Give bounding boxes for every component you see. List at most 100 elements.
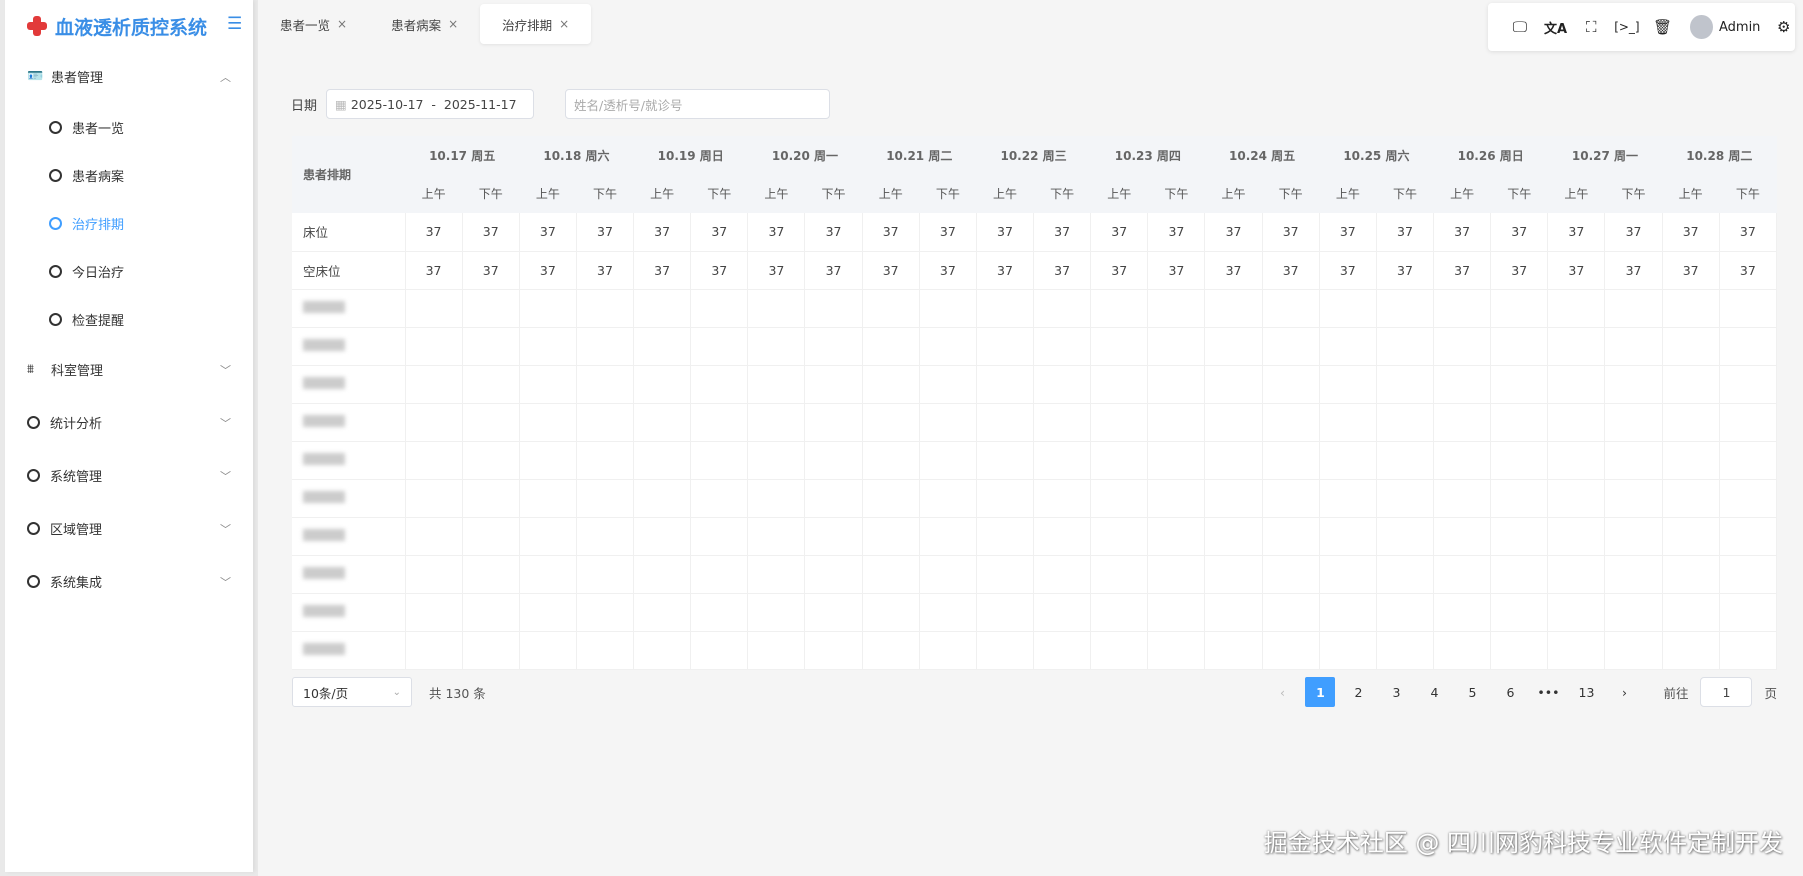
schedule-cell[interactable]	[1147, 479, 1206, 518]
next-page-icon[interactable]: ›	[1609, 677, 1639, 707]
schedule-cell[interactable]	[690, 631, 749, 670]
schedule-cell[interactable]	[1662, 631, 1720, 670]
schedule-cell[interactable]	[576, 403, 635, 442]
monitor-icon[interactable]: 🖵	[1502, 18, 1538, 36]
schedule-cell[interactable]	[462, 479, 520, 518]
schedule-cell[interactable]	[1262, 555, 1320, 594]
schedule-cell[interactable]	[462, 517, 520, 556]
schedule-cell[interactable]	[1433, 631, 1492, 670]
schedule-cell[interactable]	[690, 479, 749, 518]
schedule-cell[interactable]	[976, 327, 1035, 366]
schedule-cell[interactable]	[462, 631, 520, 670]
goto-page-input[interactable]: 1	[1700, 677, 1753, 707]
schedule-cell[interactable]	[1147, 631, 1206, 670]
schedule-cell[interactable]: 37	[1147, 251, 1206, 290]
schedule-cell[interactable]	[633, 631, 692, 670]
schedule-cell[interactable]	[1319, 555, 1377, 594]
schedule-cell[interactable]	[1204, 631, 1263, 670]
schedule-cell[interactable]	[1033, 517, 1092, 556]
schedule-cell[interactable]	[1719, 517, 1778, 556]
schedule-cell[interactable]: 37	[690, 213, 749, 252]
schedule-cell[interactable]: 37	[1090, 213, 1149, 252]
schedule-cell[interactable]	[1204, 555, 1263, 594]
schedule-cell[interactable]	[462, 365, 520, 404]
schedule-cell[interactable]: 37	[1376, 213, 1435, 252]
schedule-cell[interactable]: 37	[690, 251, 749, 290]
schedule-cell[interactable]	[1433, 441, 1492, 480]
schedule-cell[interactable]: 37	[1262, 251, 1320, 290]
schedule-cell[interactable]	[862, 289, 920, 328]
schedule-cell[interactable]: 37	[862, 213, 920, 252]
search-input[interactable]: 姓名/透析号/就诊号	[565, 89, 831, 119]
schedule-cell[interactable]	[1433, 593, 1492, 632]
schedule-cell[interactable]	[1147, 365, 1206, 404]
schedule-cell[interactable]	[1433, 365, 1492, 404]
terminal-icon[interactable]: [>_]	[1609, 20, 1645, 34]
schedule-cell[interactable]	[747, 555, 806, 594]
schedule-cell[interactable]	[1090, 403, 1149, 442]
schedule-cell[interactable]: 37	[919, 251, 977, 290]
page-5[interactable]: 5	[1457, 677, 1487, 707]
schedule-cell[interactable]	[690, 517, 749, 556]
schedule-cell[interactable]	[690, 441, 749, 480]
collapse-menu-icon[interactable]: ☰	[227, 14, 242, 34]
schedule-cell[interactable]	[1490, 289, 1549, 328]
schedule-cell[interactable]	[1262, 631, 1320, 670]
schedule-cell[interactable]	[1719, 631, 1778, 670]
schedule-cell[interactable]	[1547, 593, 1606, 632]
schedule-cell[interactable]	[1433, 327, 1492, 366]
schedule-cell[interactable]	[405, 517, 463, 556]
schedule-cell[interactable]	[1662, 403, 1720, 442]
schedule-cell[interactable]	[519, 555, 577, 594]
user-name[interactable]: Admin	[1719, 20, 1760, 35]
schedule-cell[interactable]	[1319, 479, 1377, 518]
schedule-cell[interactable]	[462, 289, 520, 328]
schedule-cell[interactable]	[1147, 403, 1206, 442]
schedule-cell[interactable]	[405, 289, 463, 328]
schedule-cell[interactable]	[519, 479, 577, 518]
schedule-cell[interactable]	[519, 631, 577, 670]
schedule-cell[interactable]	[405, 403, 463, 442]
schedule-cell[interactable]	[1604, 517, 1663, 556]
sidebar-subitem-2[interactable]: 治疗排期	[5, 199, 253, 247]
schedule-cell[interactable]	[1319, 593, 1377, 632]
schedule-cell[interactable]	[1262, 289, 1320, 328]
schedule-cell[interactable]: 37	[1604, 251, 1663, 290]
schedule-cell[interactable]	[1262, 479, 1320, 518]
avatar[interactable]	[1690, 15, 1713, 39]
schedule-cell[interactable]	[804, 441, 863, 480]
schedule-cell[interactable]	[862, 555, 920, 594]
schedule-cell[interactable]	[1547, 365, 1606, 404]
schedule-cell[interactable]: 37	[862, 251, 920, 290]
schedule-cell[interactable]	[1604, 403, 1663, 442]
schedule-cell[interactable]: 37	[1433, 213, 1492, 252]
schedule-cell[interactable]	[1433, 479, 1492, 518]
schedule-cell[interactable]	[1319, 327, 1377, 366]
schedule-cell[interactable]	[1490, 631, 1549, 670]
sidebar-subitem-1[interactable]: 患者病案	[5, 151, 253, 199]
sidebar-subitem-3[interactable]: 今日治疗	[5, 247, 253, 295]
schedule-cell[interactable]	[1319, 365, 1377, 404]
schedule-cell[interactable]	[1319, 517, 1377, 556]
schedule-cell[interactable]	[1490, 441, 1549, 480]
sidebar-item-0[interactable]: 🪪 患者管理 ︿	[5, 50, 253, 103]
close-icon[interactable]: ×	[448, 17, 458, 31]
schedule-cell[interactable]	[1204, 289, 1263, 328]
schedule-cell[interactable]	[405, 555, 463, 594]
schedule-cell[interactable]: 37	[1719, 251, 1778, 290]
schedule-cell[interactable]	[1033, 631, 1092, 670]
schedule-cell[interactable]	[405, 631, 463, 670]
schedule-cell[interactable]	[519, 403, 577, 442]
schedule-cell[interactable]: 37	[1319, 251, 1377, 290]
schedule-cell[interactable]	[1547, 289, 1606, 328]
schedule-cell[interactable]	[690, 555, 749, 594]
schedule-cell[interactable]	[405, 593, 463, 632]
schedule-cell[interactable]	[1662, 289, 1720, 328]
sidebar-item-3[interactable]: 系统管理 ﹀	[5, 449, 253, 502]
schedule-cell[interactable]: 37	[462, 213, 520, 252]
schedule-cell[interactable]	[1033, 555, 1092, 594]
schedule-cell[interactable]	[1204, 441, 1263, 480]
schedule-cell[interactable]	[1376, 555, 1435, 594]
schedule-cell[interactable]	[919, 517, 977, 556]
schedule-cell[interactable]	[1376, 441, 1435, 480]
